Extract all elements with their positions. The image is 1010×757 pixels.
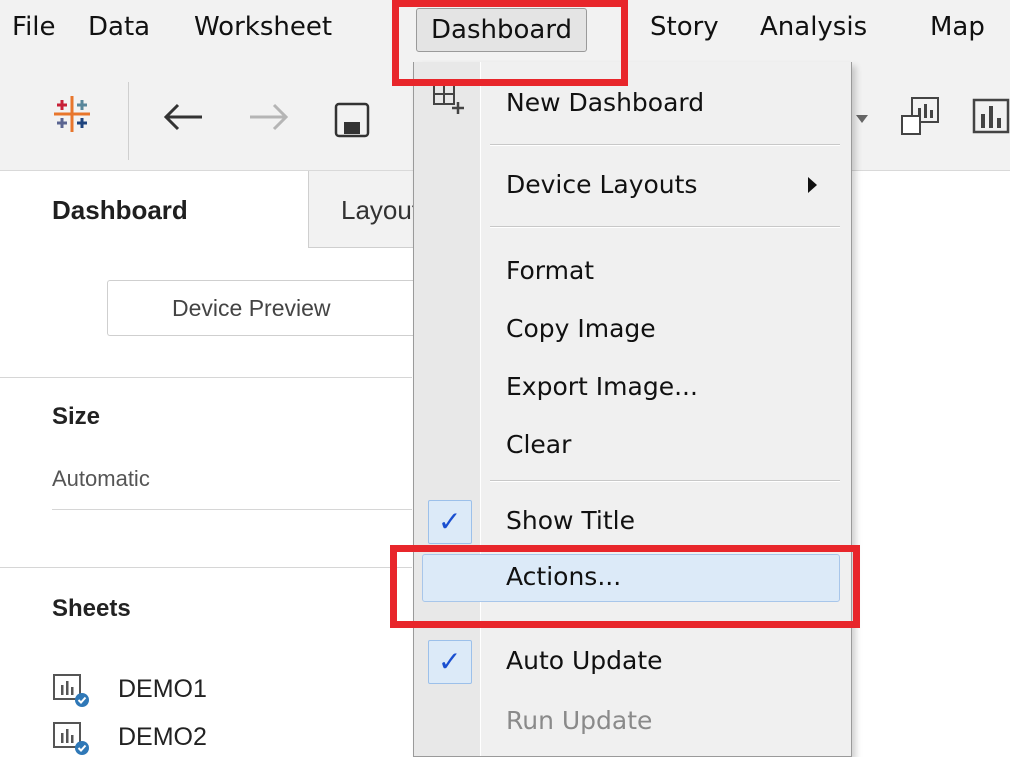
- tab-layout[interactable]: Layout: [308, 171, 419, 248]
- check-indicator: ✓: [428, 500, 472, 544]
- menu-item-run-update: Run Update: [414, 698, 851, 744]
- menu-item-label: Format: [506, 256, 595, 285]
- menu-item-format[interactable]: Format: [414, 248, 851, 294]
- menu-item-label: Device Layouts: [506, 170, 698, 199]
- menu-item-label: Export Image...: [506, 372, 698, 401]
- menu-item-label: New Dashboard: [506, 88, 705, 117]
- menu-story[interactable]: Story: [650, 12, 719, 42]
- menu-item-device-layouts[interactable]: Device Layouts: [414, 162, 851, 208]
- menu-worksheet[interactable]: Worksheet: [194, 12, 332, 42]
- left-pane: Dashboard Layout Device Preview Size Aut…: [0, 171, 427, 756]
- menu-item-label: Show Title: [506, 506, 635, 535]
- checkmark-icon: ✓: [438, 505, 462, 538]
- sheet-icon: [53, 722, 89, 755]
- menu-item-label: Clear: [506, 430, 572, 459]
- save-icon[interactable]: [332, 100, 372, 140]
- menu-item-copy-image[interactable]: Copy Image: [414, 306, 851, 352]
- actions-item-highlight-box: [390, 545, 860, 628]
- menu-item-new-dashboard[interactable]: New Dashboard: [414, 80, 851, 126]
- tab-layout-label: Layout: [341, 195, 419, 225]
- sheet-label: DEMO1: [118, 675, 207, 703]
- tab-dashboard[interactable]: Dashboard: [0, 171, 308, 249]
- tab-dashboard-label: Dashboard: [52, 195, 188, 225]
- menu-item-show-title[interactable]: ✓ Show Title: [414, 498, 851, 544]
- dashboard-menu-highlight-box: [392, 0, 628, 86]
- menu-item-export-image[interactable]: Export Image...: [414, 364, 851, 410]
- dropdown-caret-icon[interactable]: [855, 114, 869, 124]
- tableau-logo-icon[interactable]: [50, 92, 94, 136]
- device-preview-label: Device Preview: [172, 295, 331, 321]
- bar-chart-icon[interactable]: [970, 94, 1010, 138]
- menu-separator-highlight: [490, 481, 840, 482]
- show-me-icon[interactable]: [898, 94, 942, 138]
- size-value[interactable]: Automatic: [52, 466, 150, 492]
- checkmark-icon: ✓: [438, 645, 462, 678]
- menu-analysis[interactable]: Analysis: [760, 12, 867, 42]
- menu-separator-highlight: [490, 227, 840, 228]
- menu-item-label: Copy Image: [506, 314, 656, 343]
- menu-separator-highlight: [490, 145, 840, 146]
- menu-item-label: Auto Update: [506, 646, 663, 675]
- dashboard-dropdown-menu: New Dashboard Device Layouts Format Copy…: [413, 62, 852, 757]
- menu-file[interactable]: File: [12, 12, 56, 42]
- new-dashboard-icon: [433, 83, 464, 114]
- menu-item-auto-update[interactable]: ✓ Auto Update: [414, 638, 851, 684]
- back-arrow-icon[interactable]: [160, 100, 206, 134]
- section-divider: [0, 377, 412, 378]
- sheet-label: DEMO2: [118, 723, 207, 751]
- menu-item-clear[interactable]: Clear: [414, 422, 851, 468]
- size-title: Size: [52, 403, 101, 430]
- menu-map[interactable]: Map: [930, 12, 985, 42]
- submenu-arrow-icon: [808, 177, 817, 193]
- section-divider: [0, 567, 412, 568]
- toolbar-separator: [128, 82, 129, 160]
- check-indicator: ✓: [428, 640, 472, 684]
- forward-arrow-icon[interactable]: [246, 100, 292, 134]
- menu-item-label: Run Update: [506, 706, 653, 735]
- device-preview-button[interactable]: Device Preview: [107, 280, 427, 336]
- menu-data[interactable]: Data: [88, 12, 150, 42]
- sheets-title: Sheets: [52, 595, 131, 622]
- size-underline: [52, 509, 412, 510]
- sheet-icon: [53, 674, 89, 707]
